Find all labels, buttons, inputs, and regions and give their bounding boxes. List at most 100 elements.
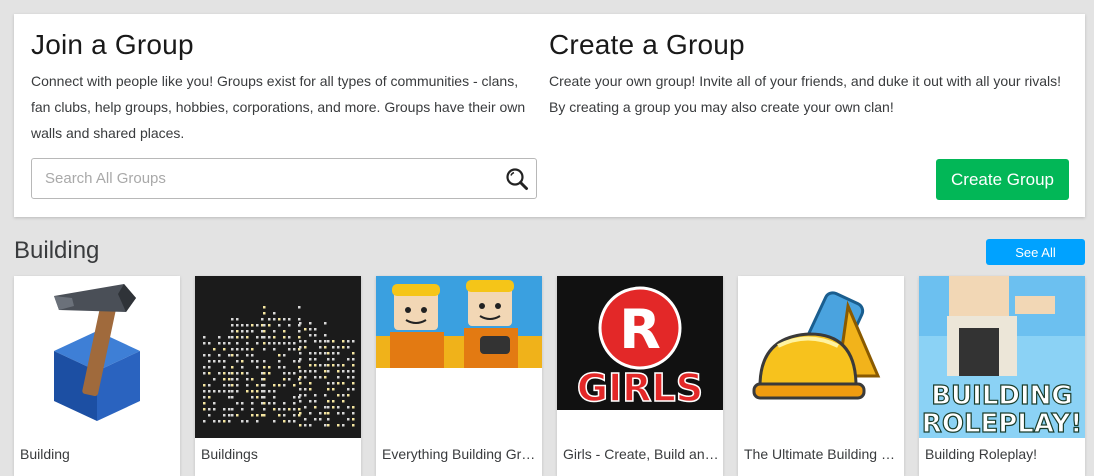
window-light — [263, 360, 266, 363]
window-light — [309, 424, 312, 427]
window-light — [256, 414, 259, 417]
window-light — [278, 318, 281, 321]
window-light — [337, 370, 340, 373]
window-light — [327, 406, 330, 409]
window-light — [263, 372, 266, 375]
group-card[interactable]: The Ultimate Building Group — [738, 276, 904, 476]
helmet-blueprint-thumbnail — [738, 276, 904, 438]
window-light — [236, 378, 239, 381]
window-light — [327, 400, 330, 403]
window-light — [324, 322, 327, 325]
window-light — [337, 352, 340, 355]
window-light — [283, 378, 286, 381]
window-light — [298, 336, 301, 339]
window-light — [223, 342, 226, 345]
window-light — [324, 412, 327, 415]
window-light — [218, 420, 221, 423]
window-light — [299, 340, 302, 343]
window-light — [273, 396, 276, 399]
window-light — [228, 384, 231, 387]
window-light — [293, 360, 296, 363]
window-light — [278, 408, 281, 411]
girls-logo-word: GIRLS — [577, 366, 703, 410]
search-groups-input[interactable] — [32, 159, 492, 198]
window-light — [273, 312, 276, 315]
window-light — [299, 370, 302, 373]
window-light — [327, 418, 330, 421]
window-light — [241, 372, 244, 375]
window-light — [337, 412, 340, 415]
window-light — [263, 306, 266, 309]
group-card[interactable]: BUILDING ROLEPLAY! Building Roleplay! — [919, 276, 1085, 476]
window-light — [324, 340, 327, 343]
window-light — [228, 420, 231, 423]
window-light — [319, 376, 322, 379]
magnifier-icon — [506, 168, 528, 190]
window-light — [342, 364, 345, 367]
window-light — [203, 402, 206, 405]
window-light — [332, 388, 335, 391]
window-light — [299, 352, 302, 355]
window-light — [256, 396, 259, 399]
girls-logo-thumbnail: R GIRLS — [557, 276, 723, 438]
window-light — [203, 396, 206, 399]
group-card[interactable]: Everything Building Group — [376, 276, 542, 476]
window-light — [332, 364, 335, 367]
window-light — [314, 394, 317, 397]
window-light — [288, 420, 291, 423]
create-group-button[interactable]: Create Group — [936, 159, 1069, 200]
window-light — [228, 390, 231, 393]
window-light — [231, 384, 234, 387]
window-light — [228, 378, 231, 381]
window-light — [263, 390, 266, 393]
window-light — [208, 384, 211, 387]
window-light — [228, 372, 231, 375]
window-light — [298, 366, 301, 369]
window-light — [231, 336, 234, 339]
window-light — [268, 318, 271, 321]
window-light — [231, 378, 234, 381]
window-light — [314, 352, 317, 355]
window-light — [273, 402, 276, 405]
window-light — [304, 340, 307, 343]
window-light — [223, 420, 226, 423]
window-light — [208, 396, 211, 399]
window-light — [223, 348, 226, 351]
window-light — [347, 358, 350, 361]
window-light — [314, 400, 317, 403]
window-light — [347, 418, 350, 421]
window-light — [337, 394, 340, 397]
search-button[interactable] — [502, 164, 532, 194]
window-light — [293, 372, 296, 375]
window-light — [263, 384, 266, 387]
window-light — [324, 364, 327, 367]
group-card[interactable]: Building — [14, 276, 180, 476]
window-light — [223, 408, 226, 411]
window-light — [236, 384, 239, 387]
window-light — [273, 408, 276, 411]
window-light — [352, 358, 355, 361]
window-light — [203, 372, 206, 375]
see-all-button[interactable]: See All — [986, 239, 1085, 265]
window-light — [304, 424, 307, 427]
group-card[interactable]: Buildings — [195, 276, 361, 476]
window-light — [327, 352, 330, 355]
window-light — [263, 402, 266, 405]
window-light — [231, 372, 234, 375]
window-light — [309, 382, 312, 385]
window-light — [223, 366, 226, 369]
window-light — [231, 396, 234, 399]
group-name: Buildings — [201, 446, 258, 462]
window-light — [223, 414, 226, 417]
window-light — [278, 414, 281, 417]
window-light — [251, 354, 254, 357]
window-light — [273, 330, 276, 333]
window-light — [298, 408, 301, 411]
window-light — [236, 402, 239, 405]
window-light — [246, 390, 249, 393]
window-light — [327, 370, 330, 373]
window-light — [213, 402, 216, 405]
window-light — [324, 352, 327, 355]
group-card[interactable]: R GIRLS Girls - Create, Build and Share — [557, 276, 723, 476]
window-light — [309, 370, 312, 373]
